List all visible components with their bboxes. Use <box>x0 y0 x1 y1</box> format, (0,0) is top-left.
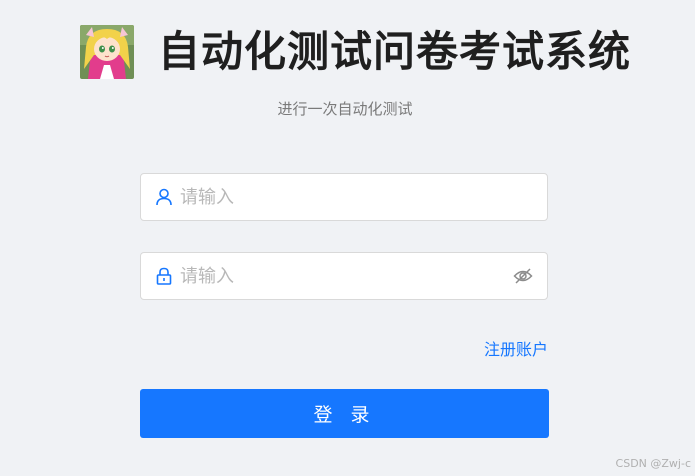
page-title: 自动化测试问卷考试系统 <box>158 27 632 76</box>
password-field[interactable] <box>140 252 548 300</box>
watermark: CSDN @Zwj-c <box>615 457 691 470</box>
username-input[interactable] <box>180 174 547 220</box>
login-button[interactable]: 登 录 <box>140 389 549 438</box>
eye-off-icon[interactable] <box>512 265 534 287</box>
lock-icon <box>154 266 174 286</box>
password-input[interactable] <box>180 253 512 299</box>
page-subtitle: 进行一次自动化测试 <box>277 100 413 118</box>
login-page: 自动化测试问卷考试系统 进行一次自动化测试 注 <box>0 0 695 476</box>
username-field[interactable] <box>140 173 548 221</box>
logo-image <box>80 25 134 79</box>
register-account-link[interactable]: 注册账户 <box>484 336 548 360</box>
user-icon <box>154 187 174 207</box>
header: 自动化测试问卷考试系统 <box>80 24 631 80</box>
anime-avatar-logo <box>80 25 134 79</box>
